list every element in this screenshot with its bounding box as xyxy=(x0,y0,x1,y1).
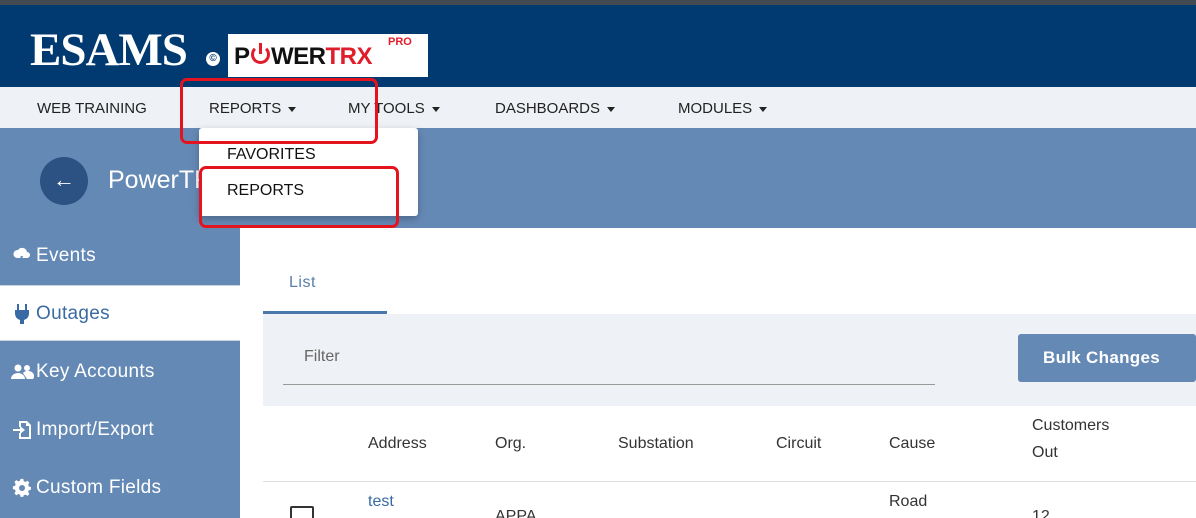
logo-letter-p: P xyxy=(234,43,250,70)
sidebar-label-events: Events xyxy=(36,245,96,266)
sidebar-item-outages[interactable]: Outages xyxy=(0,285,240,341)
filter-underline xyxy=(283,384,935,385)
nav-modules[interactable]: MODULES xyxy=(678,100,768,117)
highlight-box-reports-item xyxy=(199,166,399,228)
sidebar-label-import-export: Import/Export xyxy=(36,419,154,440)
sidebar-item-events[interactable]: Events xyxy=(0,228,240,284)
logo-wer: WER xyxy=(271,43,326,70)
nav-dashboards[interactable]: DASHBOARDS xyxy=(495,100,616,117)
filter-toolbar: Filter Bulk Changes xyxy=(263,314,1196,406)
column-header-customers: Customers xyxy=(1032,417,1110,434)
highlight-box-reports-nav xyxy=(180,78,378,144)
nav-dashboards-label: DASHBOARDS xyxy=(495,100,601,117)
logo-pro-badge: PRO xyxy=(388,36,412,48)
sidebar-label-outages: Outages xyxy=(36,303,110,324)
page-header: ← PowerTRX Outages xyxy=(0,128,1196,228)
sidebar-item-custom-fields[interactable]: Custom Fields xyxy=(0,460,240,516)
powertrx-pro-logo[interactable]: P WERTRX PRO xyxy=(228,34,428,77)
row-customers-out: 12 xyxy=(1032,508,1050,518)
arrow-left-icon: ← xyxy=(53,167,75,192)
column-header-address[interactable]: Address xyxy=(368,435,427,453)
nav-modules-label: MODULES xyxy=(678,100,753,117)
outages-table: Address Org. Substation Circuit Cause Cu… xyxy=(263,406,1196,518)
sidebar-label-key-accounts: Key Accounts xyxy=(36,361,155,382)
caret-down-icon xyxy=(759,106,768,112)
tab-bar xyxy=(263,228,1196,314)
column-header-substation[interactable]: Substation xyxy=(618,435,694,453)
column-header-out: Out xyxy=(1032,444,1058,461)
logo-wordmark: WERTRX xyxy=(271,43,372,71)
tab-list-label: List xyxy=(289,274,316,291)
column-header-customers-out[interactable]: Customers Out xyxy=(1032,417,1109,462)
caret-down-icon xyxy=(607,106,616,112)
row-org: APPA xyxy=(495,508,537,518)
nav-web-training-label: WEB TRAINING xyxy=(37,100,147,117)
storm-cloud-icon xyxy=(9,228,35,284)
tab-list[interactable]: List xyxy=(263,228,387,314)
sidebar-item-key-accounts[interactable]: Key Accounts xyxy=(0,344,240,400)
sidebar-item-import-export[interactable]: Import/Export xyxy=(0,402,240,458)
filter-input[interactable]: Filter xyxy=(304,348,340,366)
row-select-checkbox[interactable] xyxy=(290,506,314,518)
dropdown-item-favorites[interactable]: FAVORITES xyxy=(227,146,316,164)
back-button[interactable]: ← xyxy=(40,157,88,205)
file-import-icon xyxy=(9,402,35,458)
row-cause: Road xyxy=(889,493,928,510)
esams-logo[interactable]: ESAMS xyxy=(30,25,188,75)
copyright-mark: © xyxy=(206,52,220,66)
sidebar: Events Outages Key Accounts Import/Expor… xyxy=(0,228,240,518)
power-icon xyxy=(251,43,270,64)
nav-web-training[interactable]: WEB TRAINING xyxy=(37,100,147,117)
sidebar-label-custom-fields: Custom Fields xyxy=(36,477,162,498)
users-icon xyxy=(9,344,35,400)
header-divider xyxy=(263,481,1196,482)
column-header-org[interactable]: Org. xyxy=(495,435,526,453)
row-address-link[interactable]: test xyxy=(368,493,394,511)
column-header-circuit[interactable]: Circuit xyxy=(776,435,821,453)
plug-icon xyxy=(9,286,35,342)
brand-bar: ESAMS © P WERTRX PRO xyxy=(0,5,1196,87)
caret-down-icon xyxy=(431,106,440,112)
gear-icon xyxy=(9,460,35,516)
column-header-cause[interactable]: Cause xyxy=(889,435,935,453)
bulk-changes-button[interactable]: Bulk Changes xyxy=(1018,334,1196,382)
logo-trx: TRX xyxy=(325,43,373,70)
